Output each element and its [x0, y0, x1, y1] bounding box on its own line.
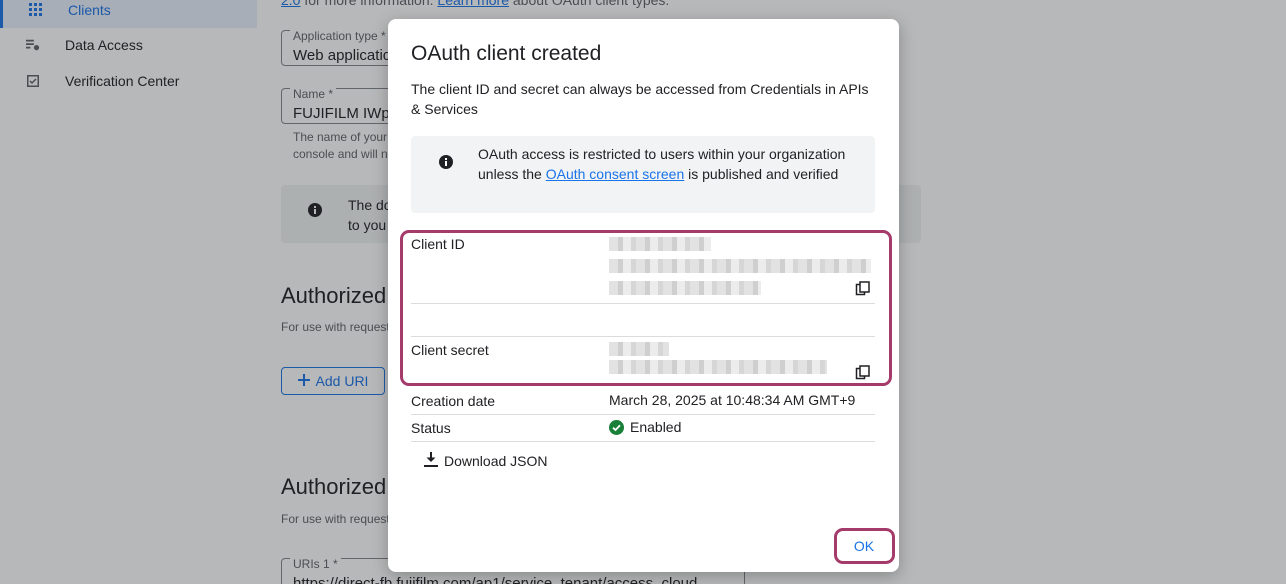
access-restriction-notice: OAuth access is restricted to users with…: [411, 136, 875, 213]
info-icon: [439, 155, 453, 174]
row-divider: [411, 336, 875, 337]
download-icon: [424, 452, 438, 470]
status-label: Status: [411, 420, 451, 436]
status-value: Enabled: [630, 419, 682, 435]
creation-date-label: Creation date: [411, 393, 496, 409]
check-circle-icon: [609, 420, 624, 435]
row-divider: [411, 303, 875, 304]
dialog-title: OAuth client created: [411, 42, 602, 65]
creation-date-value: March 28, 2025 at 10:48:34 AM GMT+9: [609, 392, 856, 408]
client-id-value-redacted: [609, 237, 711, 251]
oauth-client-created-dialog: OAuth client created The client ID and s…: [388, 19, 899, 572]
download-json-button[interactable]: Download JSON: [424, 451, 548, 471]
client-id-label: Client ID: [411, 236, 465, 252]
row-divider: [411, 441, 875, 442]
notice-text: OAuth access is restricted to users with…: [478, 144, 863, 184]
copy-client-secret-icon[interactable]: [855, 365, 871, 381]
row-divider: [411, 414, 875, 415]
dialog-description: The client ID and secret can always be a…: [411, 81, 869, 117]
client-id-value-redacted: [609, 281, 761, 295]
ok-button[interactable]: OK: [837, 531, 891, 560]
client-secret-value-redacted: [609, 342, 669, 356]
notice-text-after: is published and verified: [684, 166, 839, 182]
oauth-consent-screen-link[interactable]: OAuth consent screen: [546, 166, 685, 182]
client-secret-value-redacted: [609, 360, 827, 374]
download-json-label: Download JSON: [444, 453, 548, 469]
client-id-value-redacted: [609, 259, 871, 273]
copy-client-id-icon[interactable]: [855, 281, 871, 297]
client-secret-label: Client secret: [411, 342, 489, 358]
